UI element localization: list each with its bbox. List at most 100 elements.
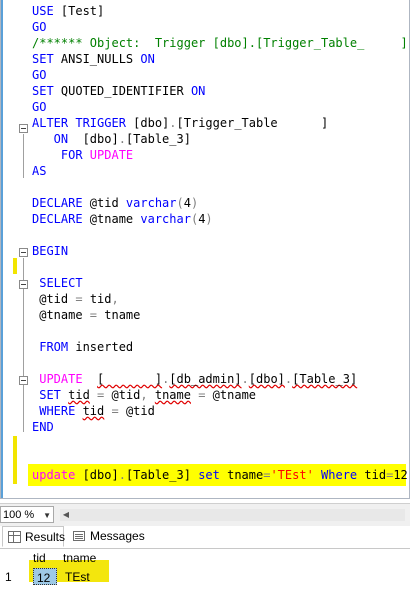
code-line[interactable]: END [32,419,54,435]
horizontal-scrollbar[interactable]: ◀ [60,509,405,521]
code-token: ON [32,132,83,146]
code-token: USE [32,4,61,18]
code-token: 12 [393,468,408,482]
code-token: varchar [125,196,177,210]
column-header-tid[interactable]: tid [30,549,58,567]
code-token: SELECT [32,276,83,290]
code-token: . [118,468,126,482]
code-token: [Table_3] [292,372,358,386]
code-token: ON [140,52,155,66]
tab-results[interactable]: Results [2,526,66,547]
code-token: , [111,292,119,306]
code-token: ON [190,84,206,98]
column-header-tname[interactable]: tname [60,549,110,567]
code-token: UPDATE [32,372,98,386]
code-line[interactable]: SET tid = @tid, tname = @tname [32,387,256,403]
row-number[interactable]: 1 [2,568,28,586]
code-token: ) [205,212,213,226]
code-token: FOR [32,148,90,162]
code-line[interactable]: update [dbo].[Table_3] set tname='TEst' … [32,467,408,483]
code-token: [Trigger_Table ] [176,116,329,130]
code-token: ANSI_NULLS [60,52,141,66]
code-token: BEGIN [32,244,69,258]
fold-toggle-begin[interactable] [19,248,28,257]
code-line[interactable]: DECLARE @tid varchar(4) [32,195,198,211]
code-token: [Table_3] [125,468,199,482]
code-token: = [104,404,126,418]
code-token: tname [97,308,141,322]
code-token: @tname [212,388,257,402]
code-line[interactable]: WHERE tid = @tid [32,403,155,419]
code-token: tid [82,292,112,306]
grid-cell-tname[interactable]: TEst [62,568,108,586]
query-editor[interactable]: USE [Test] GO/****** Object: Trigger [dbo… [0,0,410,500]
code-token: @tid [32,292,76,306]
code-token: 'TEst' [270,468,314,482]
code-line[interactable]: GO [32,67,46,83]
messages-icon [73,531,85,541]
code-line[interactable]: @tid = tid, [32,291,119,307]
code-line[interactable]: UPDATE [ ].[db_admin].[dbo].[Table_3] [32,371,357,387]
scroll-left-icon[interactable]: ◀ [60,509,72,521]
code-line[interactable]: USE [Test] [32,3,104,19]
code-line[interactable]: GO [32,99,46,115]
code-line[interactable]: ON [dbo].[Table_3] [32,131,191,147]
code-token: tid [68,388,90,402]
code-token: FROM [32,340,76,354]
editor-status-bar: 100 % ▼ ◀ [0,503,410,526]
grid-cell-tid[interactable]: 12 [33,568,57,585]
code-token: @tid [111,388,141,402]
code-token: = [89,388,112,402]
code-line[interactable]: DECLARE @tname varchar(4) [32,211,213,227]
code-token: GO [32,20,47,34]
zoom-select[interactable]: 100 % ▼ [0,506,54,523]
code-token: tname [227,468,264,482]
code-token: set [198,468,228,482]
code-line[interactable]: ALTER TRIGGER [dbo].[Trigger_Table ] [32,115,328,131]
tab-label: Results [25,530,66,544]
code-token: [dbo] [133,116,170,130]
fold-toggle-select[interactable] [19,280,28,289]
code-line[interactable]: FOR UPDATE [32,147,133,163]
code-token: , [140,388,155,402]
code-line[interactable]: SELECT [32,275,83,291]
code-line[interactable]: AS [32,163,46,179]
tab-messages[interactable]: Messages [68,526,146,547]
code-token: SET [32,52,61,66]
fold-guide [23,134,24,178]
code-token: GO [32,68,47,82]
code-token: update [32,468,83,482]
results-grid[interactable]: tid tname 1 12 TEst [0,549,410,599]
results-grid-icon [8,531,21,543]
code-line[interactable]: GO [32,19,46,35]
code-token: ( [176,196,184,210]
code-token: = [89,308,98,322]
code-line[interactable]: /****** Object: Trigger [dbo].[Trigger_T… [32,35,408,51]
code-line[interactable]: @tname = tname [32,307,140,323]
code-token: /****** Object: Trigger [dbo].[Trigger_T… [32,36,408,50]
code-token: @tname [32,308,90,322]
code-line[interactable]: SET QUOTED_IDENTIFIER ON [32,83,205,99]
code-token: QUOTED_IDENTIFIER [60,84,191,98]
code-line[interactable]: FROM inserted [32,339,133,355]
code-token: [db_admin] [169,372,242,386]
results-tabs: Results Messages [0,526,410,549]
code-token: inserted [75,340,134,354]
code-token: [Table_3] [125,132,191,146]
code-token: @tid [89,196,126,210]
code-token: UPDATE [89,148,134,162]
code-line[interactable]: SET ANSI_NULLS ON [32,51,155,67]
fold-toggle-update[interactable] [19,376,28,385]
code-token: DECLARE [32,212,90,226]
code-token: @tid [125,404,155,418]
code-token: [ ] [97,372,163,386]
code-line[interactable]: BEGIN [32,243,68,259]
code-token: Where [313,468,365,482]
code-token: . [118,132,126,146]
code-token: WHERE [32,404,83,418]
code-token: tid [364,468,387,482]
tab-label: Messages [90,529,145,543]
code-token: = [75,292,83,306]
fold-toggle-alter[interactable] [19,124,28,133]
code-token: [dbo] [248,372,285,386]
